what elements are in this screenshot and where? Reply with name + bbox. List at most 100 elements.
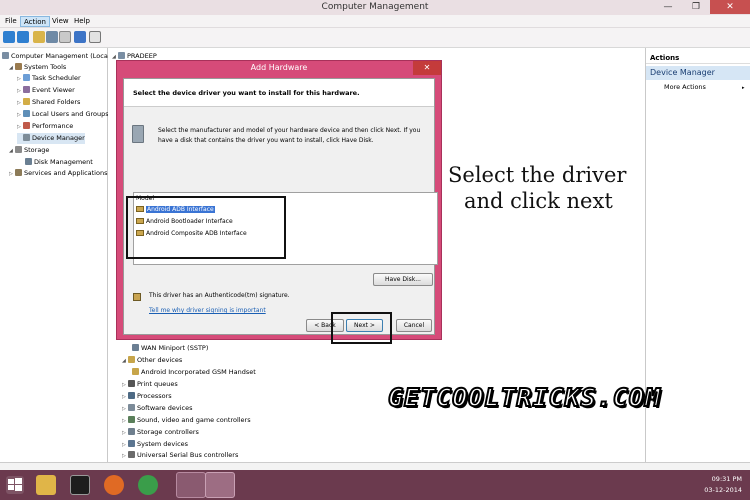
menu-file[interactable]: File [2,16,20,27]
storage-icon [15,146,22,153]
usb-icon [128,451,135,458]
tree-item-storage[interactable]: ◢ Storage [9,145,49,156]
computer-icon [2,52,9,59]
network-adapter-icon [132,344,139,351]
device-category-row[interactable]: ▷ Software devices [122,403,192,414]
tree-item-disk-management[interactable]: Disk Management [25,157,93,168]
system-clock[interactable]: 09:31 PM 03-12-2014 [704,474,742,496]
device-category-row[interactable]: ▷ Print queues [122,379,178,390]
disk-icon [25,158,32,165]
event-viewer-icon [23,86,30,93]
clock-icon [23,74,30,81]
tree-root[interactable]: Computer Management (Local [2,51,110,62]
device-category-row[interactable]: ◢ Other devices [122,355,182,366]
toolbar [0,28,750,48]
driver-signing-link[interactable]: Tell me why driver signing is important [149,307,266,314]
add-hardware-taskbar-icon[interactable] [205,472,235,498]
services-icon [15,169,22,176]
dialog-header: Select the device driver you want to ins… [124,79,434,107]
properties-icon[interactable] [59,31,71,43]
menu-bar: File Action View Help [0,15,750,28]
dialog-heading: Select the device driver you want to ins… [133,89,360,97]
device-tree-root-label: PRADEEP [127,52,157,60]
device-row[interactable]: WAN Miniport (SSTP) [132,343,208,354]
menu-help[interactable]: Help [71,16,93,27]
forward-icon[interactable] [17,31,29,43]
highlight-box-models [126,196,286,259]
tree-item-performance[interactable]: ▷ Performance [17,121,73,132]
dialog-instructions: Select the manufacturer and model of you… [158,127,421,144]
other-devices-icon [128,356,135,363]
device-label: Universal Serial Bus controllers [137,451,239,459]
device-label: Other devices [137,356,183,364]
device-category-row[interactable]: ▷ Sound, video and game controllers [122,415,251,426]
up-icon[interactable] [33,31,45,43]
cancel-button[interactable]: Cancel [396,319,432,332]
device-row[interactable]: Android Incorporated GSM Handset [132,367,256,378]
minimize-button[interactable]: — [654,0,682,14]
device-label: System devices [137,440,189,448]
maximize-button[interactable]: ❐ [682,0,710,14]
device-label: WAN Miniport (SSTP) [141,344,209,352]
signature-icon [133,293,141,301]
firefox-icon[interactable] [104,475,124,495]
show-pane-icon[interactable] [89,31,101,43]
tree-item-task-scheduler[interactable]: ▷ Task Scheduler [17,73,81,84]
device-label: Print queues [137,380,178,388]
dialog-close-button[interactable]: ✕ [413,61,441,75]
show-hide-tree-icon[interactable] [46,31,58,43]
close-button[interactable]: ✕ [710,0,750,14]
device-category-row[interactable]: ▷ Storage controllers [122,427,199,438]
status-bar [0,462,750,470]
tree-item-label: Disk Management [34,158,93,166]
tree-item-label: System Tools [24,63,67,71]
storage-controller-icon [128,428,135,435]
tree-item-label: Device Manager [32,134,85,142]
processor-icon [128,392,135,399]
tree-item-label: Event Viewer [32,86,75,94]
highlight-box-next [331,312,392,344]
device-label: Software devices [137,404,193,412]
chrome-icon[interactable] [138,475,158,495]
tree-item-event-viewer[interactable]: ▷ Event Viewer [17,85,75,96]
file-explorer-icon[interactable] [36,475,56,495]
tree-item-device-manager[interactable]: Device Manager [17,133,85,144]
menu-view[interactable]: View [49,16,72,27]
computer-management-taskbar-icon[interactable] [176,472,206,498]
sound-icon [128,416,135,423]
back-icon[interactable] [3,31,15,43]
clock-date: 03-12-2014 [704,486,742,494]
windows-start-icon[interactable] [6,476,24,494]
instruction-annotation: Select the driver and click next [448,162,626,214]
taskbar: 09:31 PM 03-12-2014 [0,470,750,500]
device-label: Sound, video and game controllers [137,416,251,424]
tree-item-local-users[interactable]: ▷ Local Users and Groups [17,109,109,120]
media-player-icon[interactable] [70,475,90,495]
signature-text: This driver has an Authenticode(tm) sign… [149,292,290,299]
have-disk-button[interactable]: Have Disk... [373,273,433,286]
title-bar: Computer Management — ❐ ✕ [0,0,750,15]
tree-item-label: Task Scheduler [32,74,81,82]
tree-item-label: Performance [32,122,74,130]
computer-icon [118,52,125,59]
menu-action[interactable]: Action [20,16,50,27]
device-label: Android Incorporated GSM Handset [141,368,256,376]
tree-item-system-tools[interactable]: ◢ System Tools [9,62,66,73]
device-label: Processors [137,392,172,400]
software-device-icon [128,404,135,411]
warning-device-icon [132,368,139,375]
chevron-right-icon[interactable]: ▸ [742,85,745,91]
device-category-row[interactable]: ▷ Universal Serial Bus controllers [122,450,238,461]
tree-item-services-apps[interactable]: ▷ Services and Applications [9,168,107,179]
device-category-row[interactable]: ▷ Processors [122,391,172,402]
instruction-line-1: Select the driver [448,163,627,187]
folder-icon [23,98,30,105]
device-category-row[interactable]: ▷ System devices [122,439,188,450]
hardware-icon [132,125,144,143]
tree-item-shared-folders[interactable]: ▷ Shared Folders [17,97,80,108]
instruction-line-2: and click next [464,189,613,213]
device-manager-icon [23,134,30,141]
more-actions-link[interactable]: More Actions [664,83,706,91]
help-icon[interactable] [74,31,86,43]
actions-section-device-manager[interactable]: Device Manager [646,66,750,80]
